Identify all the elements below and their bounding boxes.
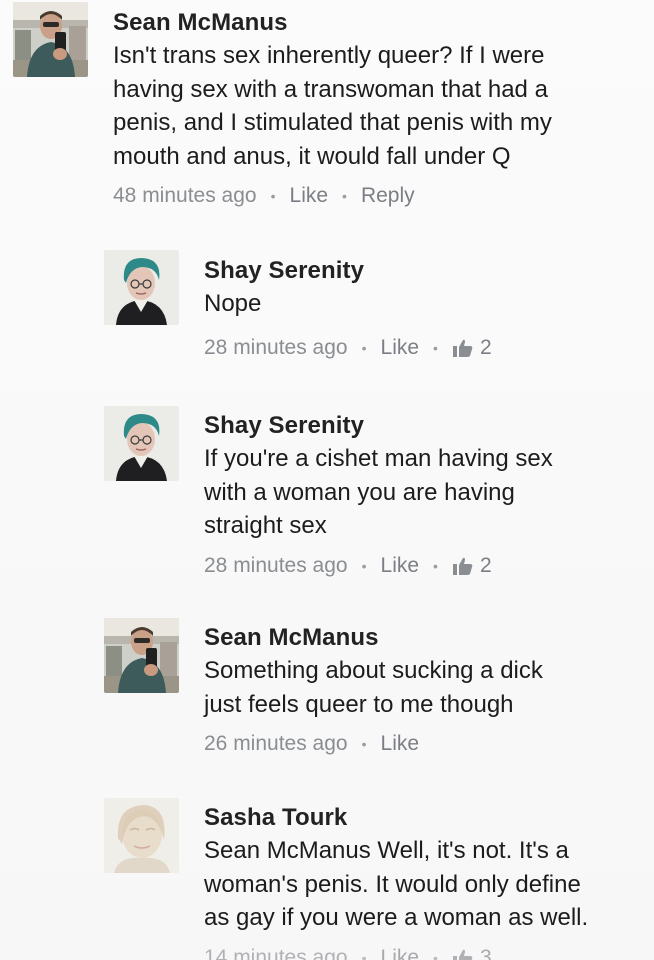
like-count[interactable]: 2 bbox=[452, 335, 492, 361]
like-count[interactable]: 3 bbox=[452, 945, 492, 960]
comment-text-line: Sean McManus Well, it's not. It's a bbox=[204, 837, 569, 864]
separator-dot: • bbox=[342, 188, 347, 204]
comment-author[interactable]: Shay Serenity bbox=[204, 257, 644, 285]
comment-timestamp[interactable]: 28 minutes ago bbox=[204, 553, 348, 579]
selfie-man-avatar-image bbox=[13, 2, 88, 77]
comment-text: Sean McManus Well, it's not. It's a woma… bbox=[204, 834, 644, 935]
comment-text-line: penis, and I stimulated that penis with … bbox=[113, 109, 552, 136]
comment-body: Shay Serenity If you're a cishet man hav… bbox=[204, 412, 644, 579]
comment-meta: 28 minutes ago • Like • 2 bbox=[204, 335, 644, 361]
avatar-sean-mcmanus[interactable] bbox=[13, 2, 88, 77]
comment-timestamp[interactable]: 28 minutes ago bbox=[204, 335, 348, 361]
like-button[interactable]: Like bbox=[381, 335, 420, 361]
comment-meta: 26 minutes ago • Like bbox=[204, 731, 644, 757]
separator-dot: • bbox=[433, 557, 438, 574]
comment-body: Sasha Tourk Sean McManus Well, it's not.… bbox=[204, 804, 644, 960]
comment-text: Isn't trans sex inherently queer? If I w… bbox=[113, 39, 643, 173]
comment-body: Sean McManus Isn't trans sex inherently … bbox=[113, 9, 643, 209]
reply-button[interactable]: Reply bbox=[361, 183, 415, 209]
comment-body: Sean McManus Something about sucking a d… bbox=[204, 624, 644, 757]
comment-timestamp[interactable]: 48 minutes ago bbox=[113, 183, 257, 209]
comment-author[interactable]: Sasha Tourk bbox=[204, 804, 644, 832]
comment-text-line: just feels queer to me though bbox=[204, 690, 514, 718]
comment-text-line: having sex with a transwoman that had a bbox=[113, 75, 548, 103]
separator-dot: • bbox=[433, 949, 438, 960]
like-button[interactable]: Like bbox=[381, 731, 420, 757]
comment-text-line: Something about sucking a dick bbox=[204, 657, 543, 684]
like-button[interactable]: Like bbox=[290, 183, 329, 209]
like-button[interactable]: Like bbox=[381, 945, 420, 960]
comment-meta: 48 minutes ago • Like • Reply bbox=[113, 183, 643, 209]
avatar-shay-serenity[interactable] bbox=[104, 406, 179, 481]
like-button[interactable]: Like bbox=[381, 553, 420, 579]
like-count-value: 3 bbox=[479, 945, 492, 960]
teal-hair-person-avatar-image bbox=[104, 406, 179, 481]
comment-text: Nope bbox=[204, 287, 644, 321]
comment-text-line: If you're a cishet man having sex bbox=[204, 445, 553, 472]
like-count-value: 2 bbox=[479, 335, 492, 359]
comment-text-line: Nope bbox=[204, 290, 262, 317]
thumbs-up-icon bbox=[452, 557, 473, 575]
avatar-shay-serenity[interactable] bbox=[104, 250, 179, 325]
comment-text-line: Isn't trans sex inherently queer? If I w… bbox=[113, 42, 545, 69]
separator-dot: • bbox=[270, 188, 276, 204]
comment-meta: 14 minutes ago • Like • 3 bbox=[204, 945, 644, 960]
separator-dot: • bbox=[361, 557, 367, 574]
comment-meta: 28 minutes ago • Like • 2 bbox=[204, 553, 644, 579]
separator-dot: • bbox=[433, 339, 438, 356]
like-count-value: 2 bbox=[479, 553, 492, 577]
comment-text-line: woman's penis. It would only define bbox=[204, 870, 581, 898]
avatar-sasha-tourk[interactable] bbox=[104, 798, 179, 873]
comment-thread: Sean McManus Isn't trans sex inherently … bbox=[0, 0, 654, 960]
separator-dot: • bbox=[361, 736, 367, 752]
like-count[interactable]: 2 bbox=[452, 553, 492, 579]
selfie-man-avatar-image bbox=[104, 618, 179, 693]
separator-dot: • bbox=[361, 339, 367, 356]
comment-body: Shay Serenity Nope 28 minutes ago • Like… bbox=[204, 257, 644, 361]
comment-text-line: with a woman you are having bbox=[204, 478, 515, 506]
thumbs-up-icon bbox=[452, 339, 473, 357]
comment-text: Something about sucking a dick just feel… bbox=[204, 654, 644, 721]
comment-text-line: straight sex bbox=[204, 512, 327, 539]
comment-text-line: as gay if you were a woman as well. bbox=[204, 904, 589, 931]
comment-timestamp[interactable]: 26 minutes ago bbox=[204, 731, 348, 757]
comment-author[interactable]: Sean McManus bbox=[113, 9, 643, 37]
teal-hair-person-avatar-image bbox=[104, 250, 179, 325]
avatar-sean-mcmanus[interactable] bbox=[104, 618, 179, 693]
faded-portrait-avatar-image bbox=[104, 798, 179, 873]
comment-text: If you're a cishet man having sex with a… bbox=[204, 442, 644, 543]
thumbs-up-icon bbox=[452, 949, 473, 960]
comment-text-line: mouth and anus, it would fall under Q bbox=[113, 142, 511, 170]
comment-timestamp[interactable]: 14 minutes ago bbox=[204, 945, 348, 960]
separator-dot: • bbox=[361, 949, 367, 960]
comment-author[interactable]: Sean McManus bbox=[204, 624, 644, 652]
comment-author[interactable]: Shay Serenity bbox=[204, 412, 644, 440]
